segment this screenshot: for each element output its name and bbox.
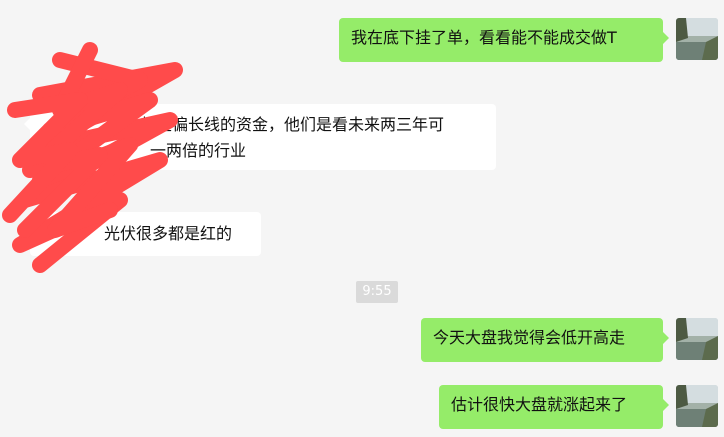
timestamp: 9:55: [356, 281, 398, 303]
avatar-landscape-icon: [676, 385, 718, 427]
avatar-landscape-icon: [676, 18, 718, 60]
avatar-landscape-icon: [676, 318, 718, 360]
avatar[interactable]: [676, 18, 718, 60]
redaction-scribble: [2, 42, 183, 273]
avatar[interactable]: [676, 385, 718, 427]
message-text: 我在底下挂了单，看看能不能成交做T: [351, 28, 617, 47]
message-bubble-outgoing[interactable]: 今天大盘我觉得会低开高走: [421, 318, 669, 362]
message-text: 今天大盘我觉得会低开高走: [433, 328, 626, 347]
message-bubble-outgoing[interactable]: 我在底下挂了单，看看能不能成交做T: [339, 18, 669, 62]
message-text: 估计很快大盘就涨起来了: [451, 395, 628, 414]
avatar[interactable]: [676, 318, 718, 360]
message-bubble-outgoing[interactable]: 估计很快大盘就涨起来了: [439, 385, 669, 429]
